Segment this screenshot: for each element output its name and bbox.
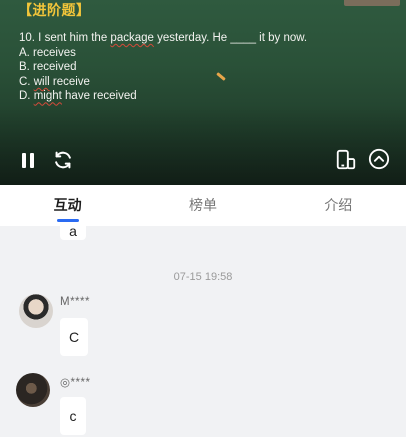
message-timestamp: 07-15 19:58 — [173, 271, 233, 283]
phone-rotate-icon — [336, 149, 356, 170]
message-bubble: c — [60, 397, 86, 435]
video-player[interactable]: 【进阶题】 10. I sent him the package yesterd… — [0, 0, 406, 185]
tab-interaction[interactable]: 互动 — [0, 185, 135, 226]
username: ◎**** — [60, 377, 91, 389]
lesson-title: 【进阶题】 — [18, 2, 91, 18]
underline-annotation: package — [110, 32, 154, 44]
option-a: A. receives — [19, 46, 76, 59]
tab-ranking[interactable]: 榜单 — [135, 185, 270, 226]
rotate-screen-button[interactable] — [335, 148, 357, 172]
pause-icon — [22, 152, 26, 168]
question-text: 10. I sent him the package yesterday. He… — [19, 31, 307, 46]
controls-gradient — [0, 105, 406, 185]
message-bubble: a — [60, 226, 86, 240]
underline-annotation: might — [33, 90, 62, 103]
refresh-icon — [55, 151, 71, 169]
avatar[interactable] — [19, 294, 53, 328]
tab-bar: 互动 榜单 介绍 — [0, 185, 406, 226]
chat-list[interactable]: a 07-15 19:58 M**** C ◎**** c — [0, 226, 406, 437]
option-c: C. will receive — [19, 75, 90, 88]
option-b: B. received — [19, 61, 77, 74]
refresh-button[interactable] — [51, 148, 75, 172]
chevron-up-icon — [368, 148, 390, 170]
option-d: D. might have received — [19, 90, 137, 103]
question-block: 10. I sent him the package yesterday. He… — [19, 31, 307, 104]
collapse-button[interactable] — [368, 148, 390, 170]
username: M**** — [60, 296, 90, 308]
question-line: 10. I sent him the package yesterday. He… — [19, 32, 308, 44]
avatar[interactable] — [16, 373, 50, 407]
teacher-pip-video[interactable] — [344, 0, 400, 6]
message-bubble: C — [60, 318, 88, 356]
pause-button[interactable] — [18, 150, 38, 170]
tab-intro[interactable]: 介绍 — [271, 185, 406, 226]
underline-annotation: will — [33, 75, 50, 88]
